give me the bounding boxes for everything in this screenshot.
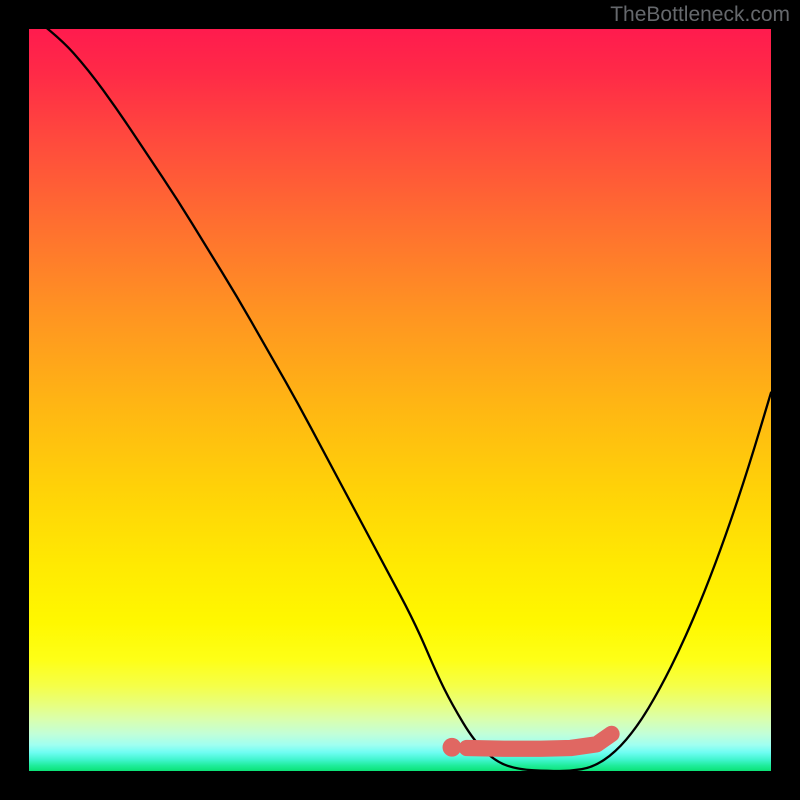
sweet-spot-band bbox=[467, 734, 612, 749]
chart-frame: TheBottleneck.com bbox=[0, 0, 800, 800]
watermark-text: TheBottleneck.com bbox=[610, 3, 790, 27]
sweet-spot-start-dot bbox=[443, 738, 461, 756]
plot-area bbox=[29, 29, 771, 771]
chart-svg bbox=[29, 29, 771, 771]
bottleneck-curve bbox=[29, 29, 771, 771]
